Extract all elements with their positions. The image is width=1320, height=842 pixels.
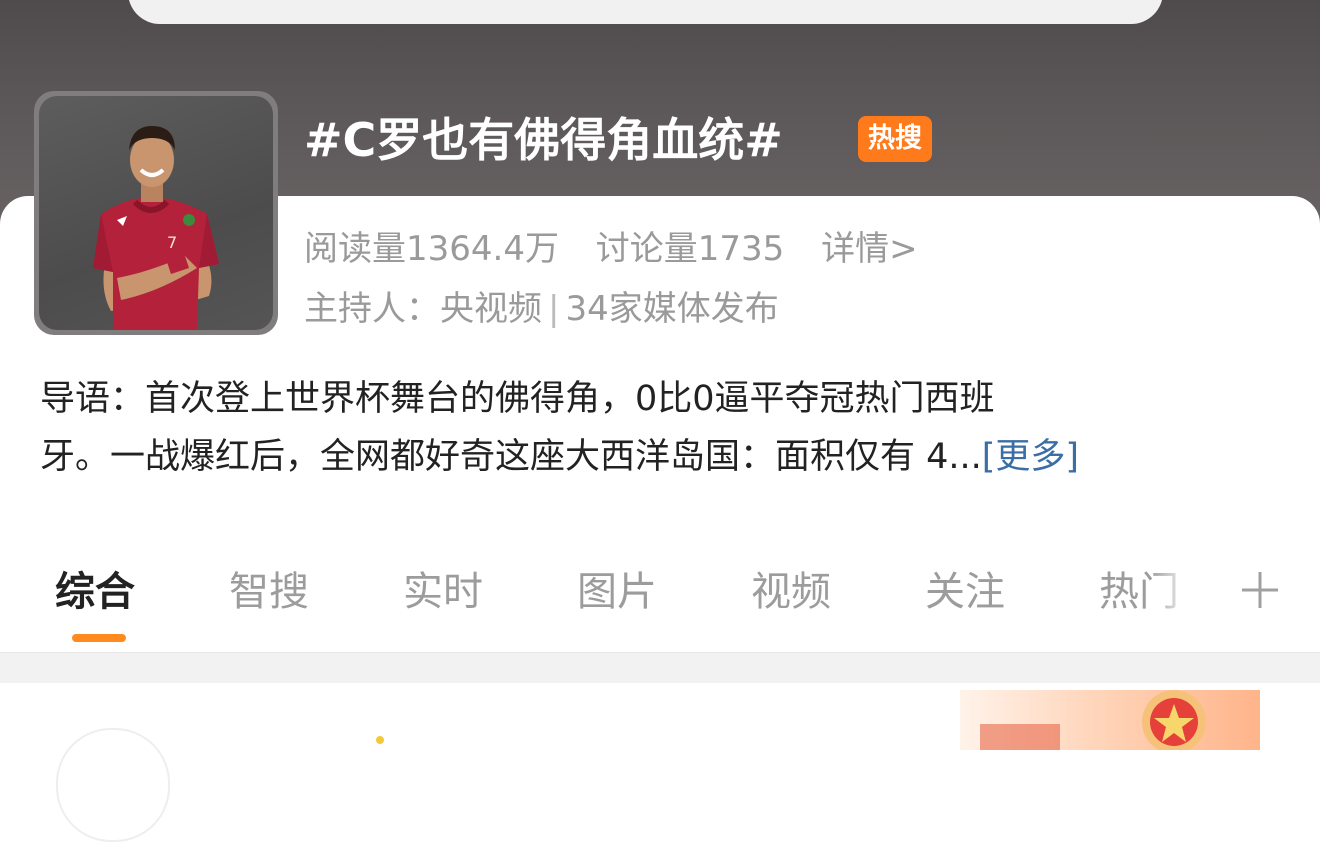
more-link[interactable]: [更多] [982,437,1079,477]
tab-realtime[interactable]: 实时 [403,560,483,624]
host-separator: | [548,289,560,329]
intro-line-1: 导语：首次登上世界杯舞台的佛得角，0比0逼平夺冠热门西班 [40,379,995,419]
plus-icon[interactable] [1236,566,1284,614]
search-bar[interactable] [128,0,1163,24]
svg-text:7: 7 [167,233,177,252]
topic-thumbnail[interactable]: 7 [39,96,273,330]
read-count: 阅读量1364.4万 [304,229,559,269]
tab-videos[interactable]: 视频 [751,560,831,624]
topic-stats: 阅读量1364.4万 讨论量1735 详情> [304,226,944,272]
player-photo: 7 [93,126,219,330]
host-label[interactable]: 主持人：央视频 [304,289,542,329]
discussion-count: 讨论量1735 [595,229,785,269]
tabs-fade-overlay [1150,560,1210,624]
topic-title: #C罗也有佛得角血统# [304,113,783,167]
emblem-icon [980,690,1206,750]
tab-smart-search[interactable]: 智搜 [229,560,309,624]
active-tab-indicator [72,634,126,642]
tab-images[interactable]: 图片 [577,560,657,624]
search-tabs: 综合 智搜 实时 图片 视频 关注 热门 [0,560,1320,624]
tab-following[interactable]: 关注 [925,560,1005,624]
intro-line-2: 牙。一战爆红后，全网都好奇这座大西洋岛国：面积仅有 4... [40,437,982,477]
topic-host-info: 主持人：央视频 | 34家媒体发布 [304,286,779,332]
promo-banner-image[interactable] [960,690,1260,750]
media-count[interactable]: 34家媒体发布 [565,289,778,329]
tab-comprehensive[interactable]: 综合 [55,560,135,624]
details-link[interactable]: 详情> [821,229,918,269]
avatar[interactable] [56,728,170,842]
topic-intro: 导语：首次登上世界杯舞台的佛得角，0比0逼平夺冠热门西班 牙。一战爆红后，全网都… [40,370,1280,486]
section-divider [0,652,1320,683]
badge-dot [376,736,384,744]
hot-search-badge: 热搜 [858,116,932,162]
